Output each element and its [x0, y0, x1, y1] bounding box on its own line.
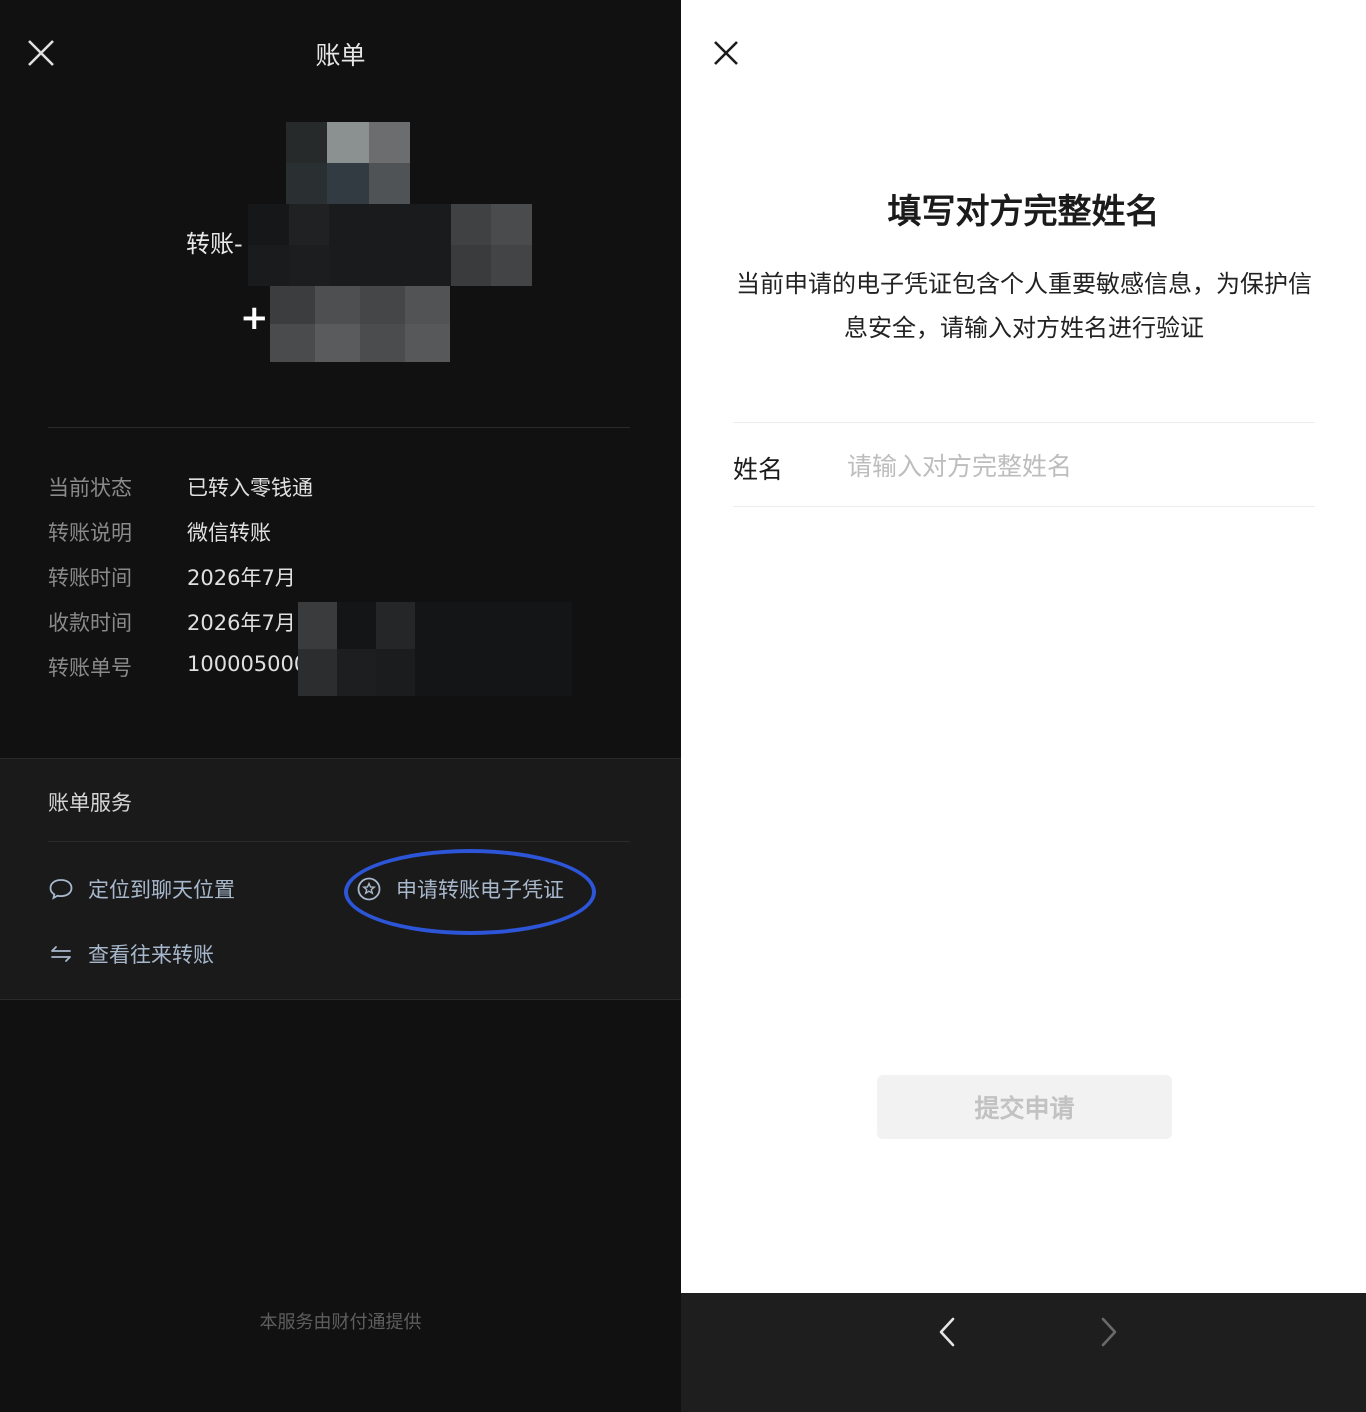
detail-label: 收款时间 [48, 611, 132, 635]
name-field-label: 姓名 [733, 455, 784, 484]
chat-bubble-icon [49, 879, 73, 900]
bill-detail-panel: 账单 转账- + 当前状态 已转入零钱通 转账说明 微信转账 转账时间 2026… [0, 0, 681, 1412]
divider [733, 422, 1315, 423]
detail-label: 转账时间 [48, 566, 132, 590]
detail-row-status: 当前状态 已转入零钱通 [48, 472, 313, 502]
chevron-left-icon[interactable] [933, 1315, 963, 1349]
detail-row-receive-time: 收款时间 2026年7月 [48, 607, 296, 637]
name-verification-panel: 填写对方完整姓名 当前申请的电子凭证包含个人重要敏感信息，为保护信息安全，请输入… [681, 0, 1366, 1293]
amount-sign: + [240, 298, 269, 338]
highlight-ring-annotation [344, 849, 596, 935]
provider-note: 本服务由财付通提供 [259, 1312, 422, 1333]
detail-label: 当前状态 [48, 476, 132, 500]
detail-label: 转账说明 [48, 521, 132, 545]
redaction-mosaic [248, 204, 532, 286]
redaction-mosaic [298, 602, 572, 696]
detail-value: 2026年7月 [187, 566, 296, 590]
detail-value: 100005000 [187, 652, 308, 676]
avatar [286, 122, 410, 204]
swap-arrows-icon [51, 946, 71, 962]
detail-label: 转账单号 [48, 656, 132, 680]
name-input[interactable] [847, 446, 1307, 486]
divider [48, 427, 630, 428]
chevron-right-icon[interactable] [1093, 1315, 1123, 1349]
close-icon[interactable] [711, 38, 741, 68]
view-transfers-label: 查看往来转账 [88, 943, 214, 967]
view-transfers-link[interactable]: 查看往来转账 [48, 939, 214, 969]
browser-nav-bar [681, 1293, 1366, 1412]
form-title: 填写对方完整姓名 [887, 192, 1160, 232]
detail-value: 微信转账 [187, 521, 271, 545]
divider [48, 841, 630, 842]
detail-row-description: 转账说明 微信转账 [48, 517, 271, 547]
divider [733, 506, 1315, 507]
section-heading: 账单服务 [48, 791, 132, 815]
detail-row-transfer-time: 转账时间 2026年7月 [48, 562, 296, 592]
locate-chat-link[interactable]: 定位到聊天位置 [48, 874, 235, 904]
redaction-mosaic [270, 286, 450, 362]
detail-value: 2026年7月 [187, 611, 296, 635]
payee-name: 转账- [186, 230, 243, 258]
form-description: 当前申请的电子凭证包含个人重要敏感信息，为保护信息安全，请输入对方姓名进行验证 [736, 270, 1312, 342]
detail-value: 已转入零钱通 [187, 476, 313, 500]
locate-chat-label: 定位到聊天位置 [88, 878, 235, 902]
page-title: 账单 [315, 41, 366, 70]
submit-button[interactable]: 提交申请 [877, 1075, 1172, 1139]
detail-row-order-number: 转账单号 100005000 [48, 652, 307, 682]
